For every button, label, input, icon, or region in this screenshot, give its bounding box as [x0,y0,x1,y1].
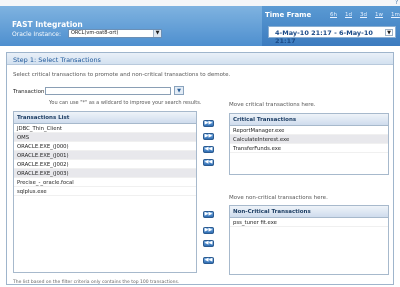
transactions-list: Transactions List JDBC_Thin_Client OMS O… [13,111,197,273]
move-from-critical-button[interactable]: ◀◀ [203,146,214,153]
transactions-list-header: Transactions List [14,112,196,124]
oracle-instance-label: Oracle Instance: [12,31,61,38]
noncritical-list-header: Non-Critical Transactions [230,206,388,218]
step-title: Step 1: Select Transactions [13,56,101,64]
move-from-noncritical-button[interactable]: ◀◀ [203,240,214,247]
transaction-search-input[interactable] [45,87,171,95]
timeframe-link-1d[interactable]: 1d [345,12,352,18]
noncritical-transactions-list: Non-Critical Transactions pss_tuner fit.… [229,205,389,275]
list-item[interactable]: ReportManager.exe [230,126,388,135]
timeframe-range: 4-May-10 21:17 - 6-May-10 21:17 [275,29,373,45]
timeframe-link-6h[interactable]: 6h [330,12,337,18]
move-from-critical-all-button[interactable]: ◀◀ [203,159,214,166]
move-from-noncritical-all-button[interactable]: ◀◀ [203,257,214,264]
chevron-down-icon[interactable]: ▼ [153,30,161,37]
move-noncritical-label: Move non-critical transactions here. [229,195,328,201]
move-critical-label: Move critical transactions here. [229,102,316,108]
critical-list-header: Critical Transactions [230,114,388,126]
instance-value: ORCL(vm-oat8-ort) [71,30,119,36]
list-item[interactable]: OMS [14,133,196,142]
timeframe-quick-links: 6h 1d 3d 1w 1m [330,12,400,18]
move-to-critical-all-button[interactable]: ▶▶ [203,133,214,140]
list-item[interactable]: TransferFunds.exe [230,144,388,153]
list-item[interactable]: ORACLE.EXE_(J000) [14,142,196,151]
timeframe-link-1w[interactable]: 1w [375,12,383,18]
move-to-critical-button[interactable]: ▶▶ [203,120,214,127]
instructions: Select critical transactions to promote … [13,72,231,78]
footnote: The list based on the filter criteria on… [13,280,180,285]
list-item[interactable]: JDBC_Thin_Client [14,124,196,133]
app-title: FAST Integration [12,20,83,29]
chevron-down-icon[interactable]: ▼ [385,29,393,36]
wildcard-hint: You can use "*" as a wildcard to improve… [49,100,202,106]
list-item[interactable]: Precise_-_oracle.focal [14,178,196,187]
critical-transactions-list: Critical Transactions ReportManager.exe … [229,113,389,175]
filter-icon[interactable]: ▼ [174,86,184,95]
list-item[interactable]: pss_tuner fit.exe [230,218,388,227]
move-to-noncritical-all-button[interactable]: ▶▶ [203,227,214,234]
list-item[interactable]: CalculateInterest.exe [230,135,388,144]
list-item[interactable]: ORACLE.EXE_(J003) [14,169,196,178]
move-to-noncritical-button[interactable]: ▶▶ [203,211,214,218]
timeframe-link-1m[interactable]: 1m [391,12,400,18]
timeframe-title: Time Frame [265,11,312,19]
list-item[interactable]: sqlplus.exe [14,187,196,196]
step-header: Step 1: Select Transactions [7,53,393,65]
list-item[interactable]: ORACLE.EXE_(J001) [14,151,196,160]
timeframe-range-box[interactable]: 4-May-10 21:17 - 6-May-10 21:17 ▼ [268,26,396,45]
step-panel: Step 1: Select Transactions Select criti… [6,52,394,285]
list-item[interactable]: ORACLE.EXE_(J002) [14,160,196,169]
oracle-instance-select[interactable]: ORCL(vm-oat8-ort) ▼ [68,29,162,38]
timeframe-link-3d[interactable]: 3d [360,12,367,18]
